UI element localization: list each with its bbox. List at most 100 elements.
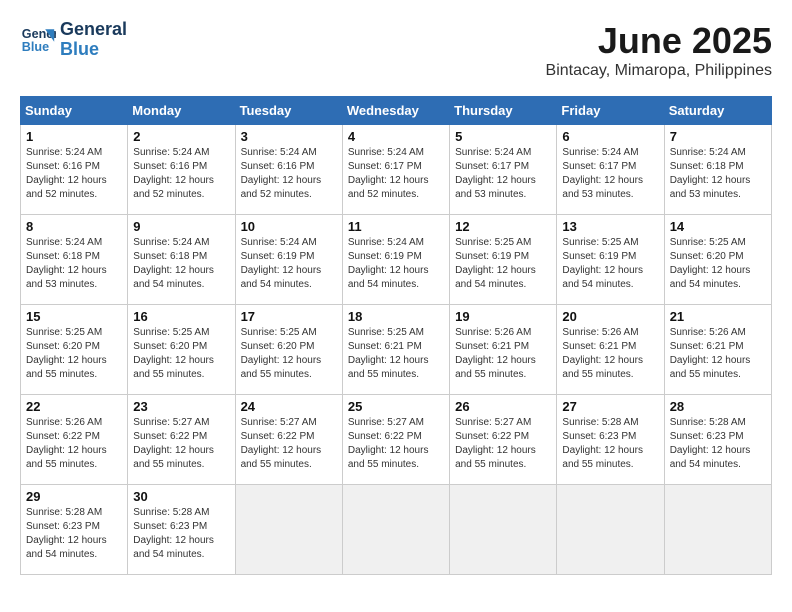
day-cell-11: 11Sunrise: 5:24 AMSunset: 6:19 PMDayligh…	[342, 215, 449, 305]
logo: General Blue General Blue	[20, 20, 127, 60]
day-number: 1	[26, 129, 122, 144]
logo-text-line1: General	[60, 20, 127, 40]
month-title: June 2025	[546, 20, 772, 62]
day-info: Sunrise: 5:27 AMSunset: 6:22 PMDaylight:…	[133, 416, 229, 472]
day-cell-28: 28 Sunrise: 5:28 AMSunset: 6:23 PMDayligh…	[664, 395, 771, 485]
week-row-1: 1 Sunrise: 5:24 AMSunset: 6:16 PMDaylight…	[21, 125, 772, 215]
day-cell-25: 25Sunrise: 5:27 AMSunset: 6:22 PMDayligh…	[342, 395, 449, 485]
day-info: Sunrise: 5:25 AMSunset: 6:19 PMDaylight:…	[455, 236, 551, 292]
day-cell-29: 29 Sunrise: 5:28 AMSunset: 6:23 PMDayligh…	[21, 485, 128, 575]
day-info: Sunrise: 5:24 AMSunset: 6:18 PMDaylight:…	[26, 236, 122, 292]
day-info: Sunrise: 5:25 AMSunset: 6:20 PMDaylight:…	[26, 326, 122, 382]
week-row-2: 8 Sunrise: 5:24 AMSunset: 6:18 PMDaylight…	[21, 215, 772, 305]
svg-text:Blue: Blue	[22, 40, 49, 54]
empty-cell	[450, 485, 557, 575]
day-number: 14	[670, 219, 766, 234]
day-number: 27	[562, 399, 658, 414]
day-number: 16	[133, 309, 229, 324]
day-cell-26: 26 Sunrise: 5:27 AMSunset: 6:22 PMDayligh…	[450, 395, 557, 485]
day-info: Sunrise: 5:25 AMSunset: 6:20 PMDaylight:…	[133, 326, 229, 382]
day-number: 12	[455, 219, 551, 234]
day-number: 6	[562, 129, 658, 144]
day-cell-10: 10 Sunrise: 5:24 AMSunset: 6:19 PMDayligh…	[235, 215, 342, 305]
day-cell-16: 16 Sunrise: 5:25 AMSunset: 6:20 PMDayligh…	[128, 305, 235, 395]
day-info: Sunrise: 5:26 AMSunset: 6:21 PMDaylight:…	[562, 326, 658, 382]
day-number: 2	[133, 129, 229, 144]
logo-icon: General Blue	[20, 22, 56, 58]
weekday-header-row: SundayMondayTuesdayWednesdayThursdayFrid…	[21, 97, 772, 125]
day-cell-8: 8 Sunrise: 5:24 AMSunset: 6:18 PMDaylight…	[21, 215, 128, 305]
day-info: Sunrise: 5:25 AMSunset: 6:21 PMDaylight:…	[348, 326, 444, 382]
day-cell-20: 20 Sunrise: 5:26 AMSunset: 6:21 PMDayligh…	[557, 305, 664, 395]
day-info: Sunrise: 5:24 AMSunset: 6:17 PMDaylight:…	[562, 146, 658, 202]
day-number: 5	[455, 129, 551, 144]
location-title: Bintacay, Mimaropa, Philippines	[546, 62, 772, 80]
day-cell-15: 15 Sunrise: 5:25 AMSunset: 6:20 PMDayligh…	[21, 305, 128, 395]
day-info: Sunrise: 5:26 AMSunset: 6:21 PMDaylight:…	[670, 326, 766, 382]
day-cell-12: 12 Sunrise: 5:25 AMSunset: 6:19 PMDayligh…	[450, 215, 557, 305]
day-cell-5: 5 Sunrise: 5:24 AMSunset: 6:17 PMDaylight…	[450, 125, 557, 215]
day-cell-2: 2 Sunrise: 5:24 AMSunset: 6:16 PMDaylight…	[128, 125, 235, 215]
day-cell-22: 22Sunrise: 5:26 AMSunset: 6:22 PMDayligh…	[21, 395, 128, 485]
day-cell-4: 4 Sunrise: 5:24 AMSunset: 6:17 PMDaylight…	[342, 125, 449, 215]
day-info: Sunrise: 5:27 AMSunset: 6:22 PMDaylight:…	[455, 416, 551, 472]
day-info: Sunrise: 5:27 AMSunset: 6:22 PMDaylight:…	[348, 416, 444, 472]
day-info: Sunrise: 5:25 AMSunset: 6:20 PMDaylight:…	[241, 326, 337, 382]
day-number: 13	[562, 219, 658, 234]
day-info: Sunrise: 5:25 AMSunset: 6:19 PMDaylight:…	[562, 236, 658, 292]
day-number: 4	[348, 129, 444, 144]
day-cell-23: 23 Sunrise: 5:27 AMSunset: 6:22 PMDayligh…	[128, 395, 235, 485]
day-number: 29	[26, 489, 122, 504]
day-number: 11	[348, 219, 444, 234]
day-info: Sunrise: 5:26 AMSunset: 6:21 PMDaylight:…	[455, 326, 551, 382]
day-info: Sunrise: 5:28 AMSunset: 6:23 PMDaylight:…	[26, 506, 122, 562]
day-cell-17: 17 Sunrise: 5:25 AMSunset: 6:20 PMDayligh…	[235, 305, 342, 395]
empty-cell	[235, 485, 342, 575]
day-info: Sunrise: 5:24 AMSunset: 6:16 PMDaylight:…	[133, 146, 229, 202]
day-number: 8	[26, 219, 122, 234]
day-cell-13: 13 Sunrise: 5:25 AMSunset: 6:19 PMDayligh…	[557, 215, 664, 305]
weekday-header-thursday: Thursday	[450, 97, 557, 125]
title-area: June 2025 Bintacay, Mimaropa, Philippine…	[546, 20, 772, 80]
day-cell-7: 7 Sunrise: 5:24 AMSunset: 6:18 PMDaylight…	[664, 125, 771, 215]
day-info: Sunrise: 5:24 AMSunset: 6:17 PMDaylight:…	[455, 146, 551, 202]
day-number: 22	[26, 399, 122, 414]
calendar-table: SundayMondayTuesdayWednesdayThursdayFrid…	[20, 96, 772, 575]
day-cell-21: 21Sunrise: 5:26 AMSunset: 6:21 PMDayligh…	[664, 305, 771, 395]
day-info: Sunrise: 5:28 AMSunset: 6:23 PMDaylight:…	[133, 506, 229, 562]
day-number: 18	[348, 309, 444, 324]
day-info: Sunrise: 5:28 AMSunset: 6:23 PMDaylight:…	[562, 416, 658, 472]
day-number: 3	[241, 129, 337, 144]
day-cell-30: 30Sunrise: 5:28 AMSunset: 6:23 PMDayligh…	[128, 485, 235, 575]
day-info: Sunrise: 5:24 AMSunset: 6:18 PMDaylight:…	[670, 146, 766, 202]
day-number: 9	[133, 219, 229, 234]
week-row-5: 29 Sunrise: 5:28 AMSunset: 6:23 PMDayligh…	[21, 485, 772, 575]
empty-cell	[557, 485, 664, 575]
empty-cell	[664, 485, 771, 575]
day-number: 23	[133, 399, 229, 414]
day-number: 15	[26, 309, 122, 324]
day-cell-6: 6 Sunrise: 5:24 AMSunset: 6:17 PMDaylight…	[557, 125, 664, 215]
day-cell-1: 1Sunrise: 5:24 AMSunset: 6:16 PMDaylight…	[21, 125, 128, 215]
logo-text-line2: Blue	[60, 40, 127, 60]
weekday-header-saturday: Saturday	[664, 97, 771, 125]
day-number: 7	[670, 129, 766, 144]
day-cell-9: 9Sunrise: 5:24 AMSunset: 6:18 PMDaylight…	[128, 215, 235, 305]
day-info: Sunrise: 5:24 AMSunset: 6:19 PMDaylight:…	[241, 236, 337, 292]
day-cell-24: 24Sunrise: 5:27 AMSunset: 6:22 PMDayligh…	[235, 395, 342, 485]
day-number: 17	[241, 309, 337, 324]
page-header: General Blue General Blue June 2025 Bint…	[20, 20, 772, 80]
day-number: 24	[241, 399, 337, 414]
day-number: 28	[670, 399, 766, 414]
week-row-3: 15 Sunrise: 5:25 AMSunset: 6:20 PMDayligh…	[21, 305, 772, 395]
day-number: 19	[455, 309, 551, 324]
day-info: Sunrise: 5:28 AMSunset: 6:23 PMDaylight:…	[670, 416, 766, 472]
day-number: 26	[455, 399, 551, 414]
day-number: 20	[562, 309, 658, 324]
week-row-4: 22Sunrise: 5:26 AMSunset: 6:22 PMDayligh…	[21, 395, 772, 485]
day-cell-3: 3Sunrise: 5:24 AMSunset: 6:16 PMDaylight…	[235, 125, 342, 215]
day-info: Sunrise: 5:24 AMSunset: 6:17 PMDaylight:…	[348, 146, 444, 202]
day-cell-27: 27 Sunrise: 5:28 AMSunset: 6:23 PMDayligh…	[557, 395, 664, 485]
weekday-header-tuesday: Tuesday	[235, 97, 342, 125]
day-number: 10	[241, 219, 337, 234]
